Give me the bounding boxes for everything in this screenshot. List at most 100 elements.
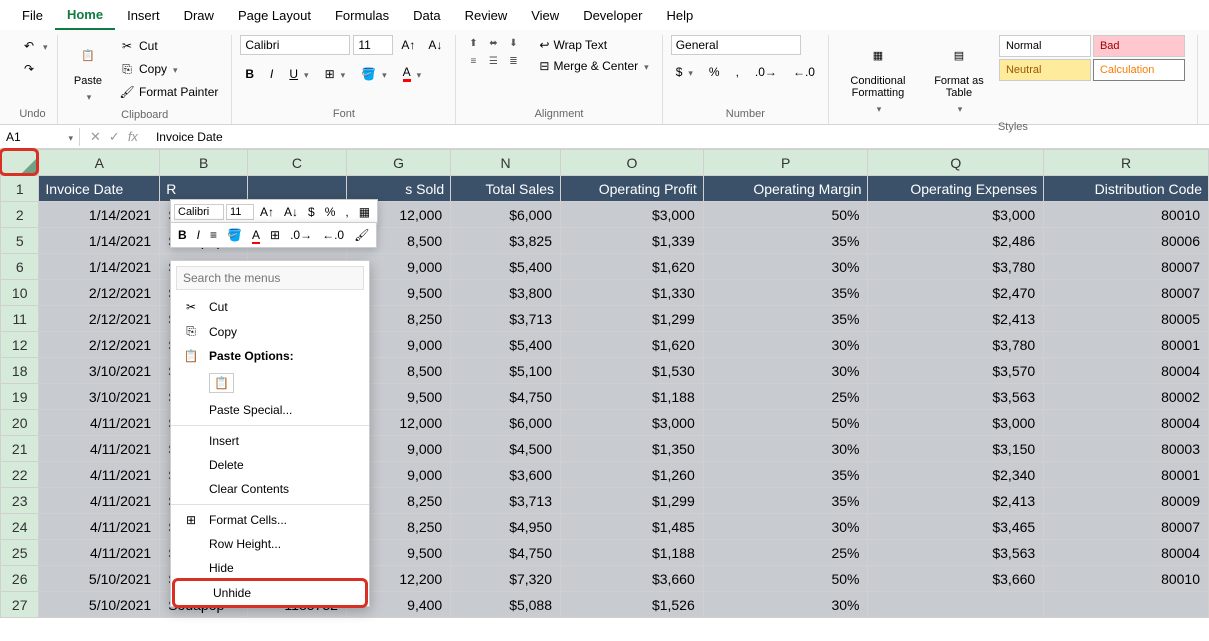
cell[interactable]: $2,340 [868, 462, 1044, 488]
mini-percent[interactable]: % [321, 203, 340, 221]
cell[interactable]: 30% [703, 514, 868, 540]
mini-comma[interactable]: , [341, 203, 352, 221]
cell[interactable]: 80002 [1044, 384, 1209, 410]
cell[interactable]: $3,570 [868, 358, 1044, 384]
context-row-height[interactable]: Row Height... [171, 532, 369, 556]
menu-page-layout[interactable]: Page Layout [226, 2, 323, 29]
column-header-N[interactable]: N [451, 150, 561, 176]
comma-button[interactable]: , [731, 62, 744, 82]
context-paste-special[interactable]: Paste Special... [171, 398, 369, 422]
header-cell[interactable]: Distribution Code [1044, 176, 1209, 202]
menu-home[interactable]: Home [55, 1, 115, 30]
cell[interactable]: 1/14/2021 [39, 254, 160, 280]
column-header-P[interactable]: P [703, 150, 868, 176]
cell[interactable]: 35% [703, 488, 868, 514]
cell[interactable]: $1,350 [561, 436, 704, 462]
cell[interactable]: 3/10/2021 [39, 384, 160, 410]
fx-icon[interactable]: fx [128, 129, 138, 145]
cell[interactable]: 3/10/2021 [39, 358, 160, 384]
cell[interactable]: $1,485 [561, 514, 704, 540]
cell[interactable]: $3,800 [451, 280, 561, 306]
cell[interactable]: $1,299 [561, 306, 704, 332]
row-header-18[interactable]: 18 [1, 358, 39, 384]
mini-font-name[interactable] [174, 204, 224, 220]
header-cell[interactable]: R [160, 176, 248, 202]
cell[interactable]: $5,088 [451, 592, 561, 618]
row-header-23[interactable]: 23 [1, 488, 39, 514]
cell[interactable]: $1,620 [561, 332, 704, 358]
cell[interactable]: 4/11/2021 [39, 514, 160, 540]
increase-font-button[interactable]: A↑ [396, 35, 420, 55]
enter-formula-icon[interactable]: ✓ [109, 129, 120, 145]
row-header-27[interactable]: 27 [1, 592, 39, 618]
context-insert[interactable]: Insert [171, 429, 369, 453]
cell-style-bad[interactable]: Bad [1093, 35, 1185, 57]
context-search-input[interactable] [176, 266, 364, 290]
cell[interactable]: $3,660 [868, 566, 1044, 592]
menu-insert[interactable]: Insert [115, 2, 172, 29]
cell[interactable]: 80007 [1044, 254, 1209, 280]
header-cell[interactable]: Operating Profit [561, 176, 704, 202]
merge-center-button[interactable]: ⊟Merge & Center [534, 56, 653, 76]
formula-bar[interactable]: Invoice Date [148, 128, 1209, 146]
cell[interactable]: 80007 [1044, 280, 1209, 306]
align-middle-button[interactable]: ⬌ [484, 35, 502, 51]
row-header-12[interactable]: 12 [1, 332, 39, 358]
row-header-22[interactable]: 22 [1, 462, 39, 488]
format-as-table-button[interactable]: ▤ Format as Table [923, 35, 995, 119]
italic-button[interactable]: I [265, 62, 278, 85]
cell[interactable]: 80006 [1044, 228, 1209, 254]
underline-button[interactable]: U [284, 62, 313, 85]
cell[interactable]: 35% [703, 306, 868, 332]
align-left-button[interactable]: ≡ [464, 53, 482, 69]
cell[interactable]: $3,000 [561, 410, 704, 436]
align-bottom-button[interactable]: ⬇ [504, 35, 522, 51]
cell[interactable]: 4/11/2021 [39, 410, 160, 436]
percent-button[interactable]: % [704, 62, 725, 82]
column-header-Q[interactable]: Q [868, 150, 1044, 176]
column-header-C[interactable]: C [248, 150, 347, 176]
context-delete[interactable]: Delete [171, 453, 369, 477]
cell[interactable]: $5,400 [451, 332, 561, 358]
mini-fill-color[interactable]: 🪣 [223, 226, 246, 244]
cell[interactable]: 5/10/2021 [39, 566, 160, 592]
mini-bold[interactable]: B [174, 226, 191, 244]
cell[interactable]: $1,188 [561, 384, 704, 410]
mini-align[interactable]: ≡ [206, 226, 221, 244]
row-header-19[interactable]: 19 [1, 384, 39, 410]
mini-table-icon[interactable]: ▦ [355, 203, 374, 221]
cell[interactable]: $1,339 [561, 228, 704, 254]
cell[interactable]: 4/11/2021 [39, 436, 160, 462]
cell[interactable]: $2,413 [868, 488, 1044, 514]
format-painter-button[interactable]: 🖌Format Painter [114, 81, 223, 103]
cell[interactable]: 80004 [1044, 410, 1209, 436]
cell[interactable]: 1/14/2021 [39, 228, 160, 254]
cell[interactable]: 30% [703, 254, 868, 280]
cell[interactable]: $3,000 [561, 202, 704, 228]
align-center-button[interactable]: ☰ [484, 53, 502, 69]
fill-color-button[interactable]: 🪣 [356, 62, 391, 85]
cell[interactable] [868, 592, 1044, 618]
select-all-corner[interactable] [1, 150, 39, 176]
cell-style-calculation[interactable]: Calculation [1093, 59, 1185, 81]
cell[interactable]: 4/11/2021 [39, 488, 160, 514]
cell[interactable]: 80003 [1044, 436, 1209, 462]
header-cell[interactable]: Invoice Date [39, 176, 160, 202]
context-paste-default[interactable]: 📋 [171, 368, 369, 398]
header-cell[interactable]: Operating Expenses [868, 176, 1044, 202]
mini-font-color[interactable]: A [248, 226, 264, 244]
context-hide[interactable]: Hide [171, 556, 369, 580]
cell[interactable]: 80004 [1044, 540, 1209, 566]
column-header-R[interactable]: R [1044, 150, 1209, 176]
cell[interactable]: 35% [703, 280, 868, 306]
cell[interactable]: 50% [703, 410, 868, 436]
cell[interactable]: $1,188 [561, 540, 704, 566]
cell[interactable]: $6,000 [451, 410, 561, 436]
row-header-25[interactable]: 25 [1, 540, 39, 566]
row-header-20[interactable]: 20 [1, 410, 39, 436]
mini-increase-font[interactable]: A↑ [256, 203, 278, 221]
header-cell[interactable]: s Sold [346, 176, 450, 202]
cell[interactable]: $4,500 [451, 436, 561, 462]
mini-border[interactable]: ⊞ [266, 226, 284, 244]
undo-button[interactable]: ↶ [16, 35, 53, 57]
